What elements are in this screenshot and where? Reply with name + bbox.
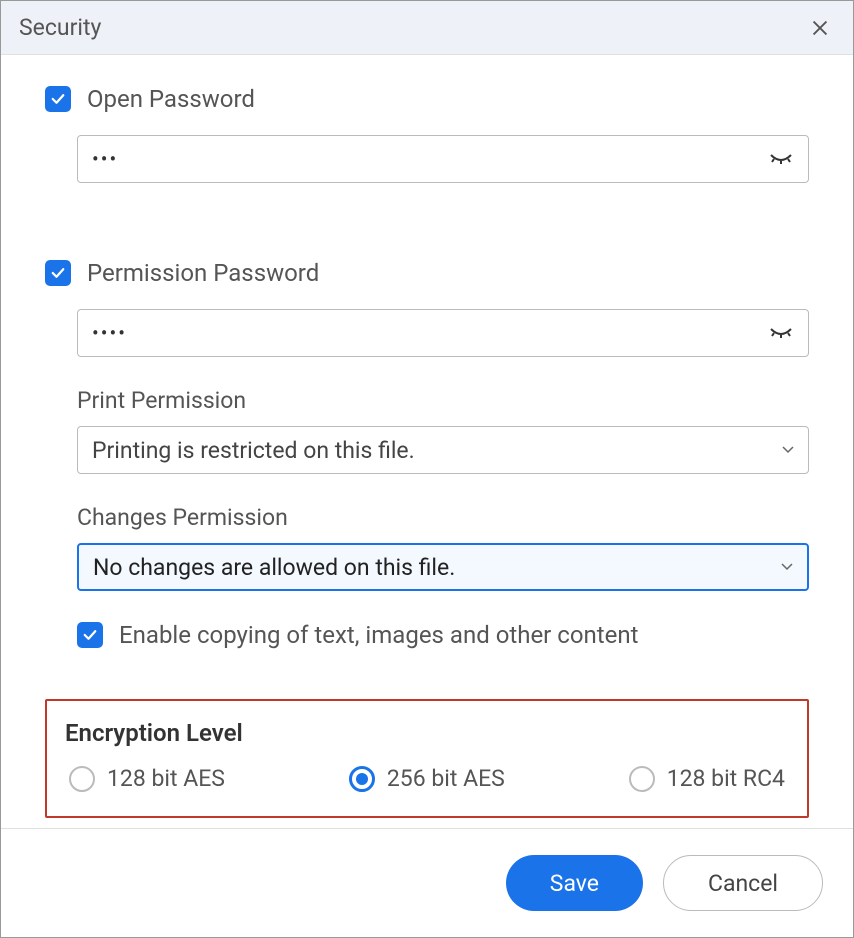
open-password-field-wrap: ••• bbox=[77, 135, 809, 183]
encryption-option-label: 128 bit RC4 bbox=[667, 765, 785, 792]
encryption-option-128rc4[interactable]: 128 bit RC4 bbox=[629, 765, 785, 792]
open-password-value: ••• bbox=[92, 147, 768, 171]
dialog-titlebar: Security bbox=[1, 1, 853, 55]
radio-icon bbox=[69, 766, 95, 792]
chevron-down-icon bbox=[781, 559, 793, 575]
enable-copy-label: Enable copying of text, images and other… bbox=[119, 621, 638, 649]
cancel-button[interactable]: Cancel bbox=[663, 855, 823, 911]
permission-password-input[interactable]: •••• bbox=[77, 309, 809, 357]
eye-closed-icon[interactable] bbox=[768, 153, 794, 165]
open-password-checkbox[interactable] bbox=[45, 86, 71, 112]
dialog-content: Open Password ••• Permission Password ••… bbox=[1, 55, 853, 828]
changes-permission-value: No changes are allowed on this file. bbox=[93, 554, 455, 581]
encryption-option-label: 128 bit AES bbox=[107, 765, 225, 792]
changes-permission-label: Changes Permission bbox=[77, 504, 809, 531]
eye-closed-icon[interactable] bbox=[768, 327, 794, 339]
enable-copy-row: Enable copying of text, images and other… bbox=[77, 621, 809, 649]
open-password-label: Open Password bbox=[87, 85, 255, 113]
save-button[interactable]: Save bbox=[506, 855, 643, 911]
enable-copy-checkbox[interactable] bbox=[77, 622, 103, 648]
dialog-title: Security bbox=[19, 14, 101, 41]
encryption-option-256aes[interactable]: 256 bit AES bbox=[349, 765, 505, 792]
encryption-title: Encryption Level bbox=[65, 719, 789, 747]
close-icon[interactable] bbox=[805, 13, 835, 43]
encryption-level-box: Encryption Level 128 bit AES 256 bit AES… bbox=[45, 699, 809, 818]
changes-permission-select[interactable]: No changes are allowed on this file. bbox=[77, 543, 809, 591]
encryption-options: 128 bit AES 256 bit AES 128 bit RC4 bbox=[65, 765, 789, 792]
radio-selected-icon bbox=[349, 766, 375, 792]
encryption-option-128aes[interactable]: 128 bit AES bbox=[69, 765, 225, 792]
print-permission-label: Print Permission bbox=[77, 387, 809, 414]
dialog-footer: Save Cancel bbox=[1, 828, 853, 937]
print-permission-value: Printing is restricted on this file. bbox=[92, 437, 415, 464]
print-permission-select[interactable]: Printing is restricted on this file. bbox=[77, 426, 809, 474]
permission-password-value: •••• bbox=[92, 321, 768, 345]
permission-password-field-wrap: •••• Print Permission Printing is restri… bbox=[77, 309, 809, 591]
chevron-down-icon bbox=[782, 442, 794, 458]
permission-password-label: Permission Password bbox=[87, 259, 319, 287]
permission-password-checkbox[interactable] bbox=[45, 260, 71, 286]
open-password-row: Open Password bbox=[45, 85, 809, 113]
permission-password-row: Permission Password bbox=[45, 259, 809, 287]
open-password-input[interactable]: ••• bbox=[77, 135, 809, 183]
encryption-option-label: 256 bit AES bbox=[387, 765, 505, 792]
radio-icon bbox=[629, 766, 655, 792]
